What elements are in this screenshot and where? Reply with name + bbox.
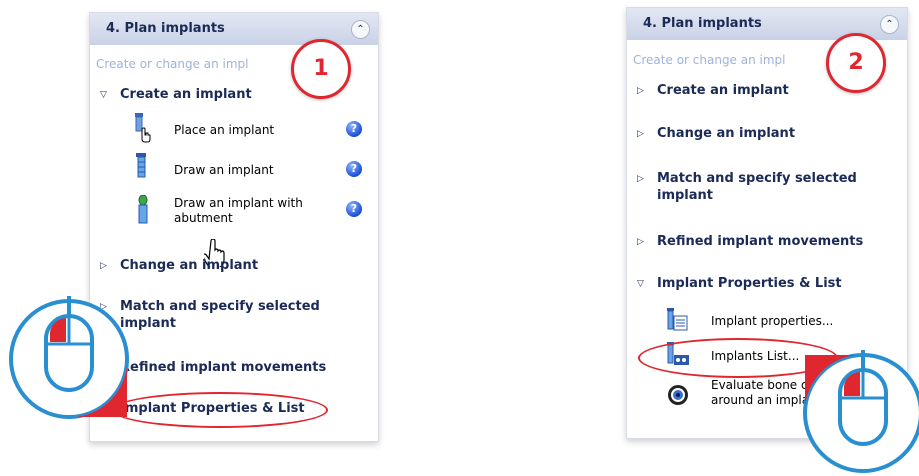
menu-item-draw-implant[interactable]: Draw an implant bbox=[174, 163, 274, 178]
panel-header: 4. Plan implants ⌃ bbox=[90, 13, 378, 45]
bone-density-icon bbox=[668, 385, 688, 405]
implant-properties-icon bbox=[667, 308, 688, 331]
step-callout-2: 2 bbox=[826, 33, 886, 93]
section-refined-movements[interactable]: ▷Refined implant movements bbox=[100, 359, 326, 377]
collapsed-triangle-icon: ▷ bbox=[100, 261, 107, 271]
implant-icon bbox=[136, 153, 146, 178]
collapse-icon[interactable]: ⌃ bbox=[880, 15, 899, 34]
implant-abutment-icon bbox=[138, 195, 148, 224]
section-create-implant[interactable]: ▽ Create an implant bbox=[100, 86, 252, 104]
panel-title: 4. Plan implants bbox=[106, 21, 225, 36]
expanded-triangle-icon: ▽ bbox=[637, 279, 644, 289]
menu-item-place-implant[interactable]: Place an implant bbox=[174, 123, 274, 138]
implant-hand-icon bbox=[135, 113, 151, 143]
section-refined-movements[interactable]: ▷Refined implant movements bbox=[637, 233, 863, 251]
collapsed-triangle-icon: ▷ bbox=[637, 129, 644, 139]
step-callout-1: 1 bbox=[291, 39, 351, 99]
panel-subtitle: Create or change an impl bbox=[96, 57, 249, 71]
section-change-implant[interactable]: ▷ Change an implant bbox=[100, 257, 258, 275]
highlight-ellipse bbox=[112, 392, 328, 428]
menu-item-draw-implant-abutment[interactable]: Draw an implant with abutment bbox=[174, 196, 304, 226]
help-icon[interactable]: ? bbox=[346, 201, 362, 217]
section-create-implant[interactable]: ▷ Create an implant bbox=[637, 82, 789, 100]
collapse-icon[interactable]: ⌃ bbox=[351, 20, 370, 39]
mouse-left-click-icon bbox=[9, 296, 129, 419]
panel-title: 4. Plan implants bbox=[643, 16, 762, 31]
section-change-implant[interactable]: ▷ Change an implant bbox=[637, 125, 795, 143]
collapsed-triangle-icon: ▷ bbox=[637, 86, 644, 96]
collapsed-triangle-icon: ▷ bbox=[637, 237, 644, 247]
help-icon[interactable]: ? bbox=[346, 121, 362, 137]
section-match-specify[interactable]: ▷ Match and specify selected implant bbox=[100, 298, 330, 332]
panel-subtitle: Create or change an impl bbox=[633, 53, 786, 67]
section-match-specify[interactable]: ▷ Match and specify selected implant bbox=[637, 170, 867, 204]
menu-item-implant-properties[interactable]: Implant properties... bbox=[711, 314, 833, 329]
collapsed-triangle-icon: ▷ bbox=[637, 174, 644, 184]
mouse-left-click-icon bbox=[803, 350, 919, 473]
section-implant-properties-list[interactable]: ▽ Implant Properties & List bbox=[637, 275, 842, 293]
help-icon[interactable]: ? bbox=[346, 161, 362, 177]
expanded-triangle-icon: ▽ bbox=[100, 90, 107, 100]
